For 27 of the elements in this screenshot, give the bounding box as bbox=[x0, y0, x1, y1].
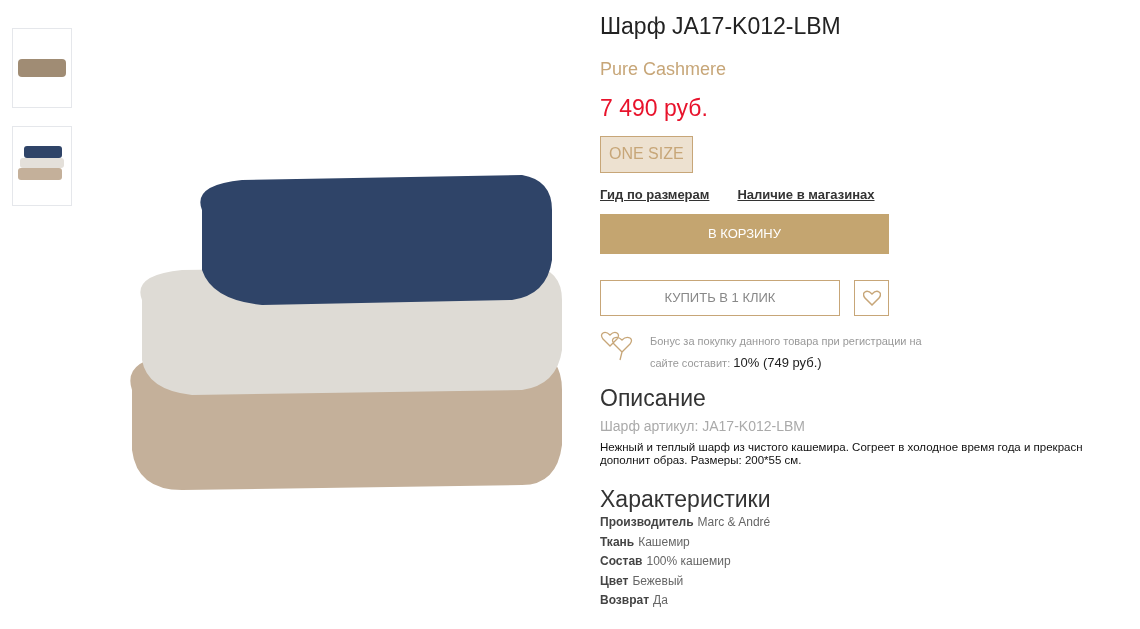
text-link[interactable]: Наличие в магазинах bbox=[737, 184, 875, 204]
product-price: 7 490 руб. bbox=[600, 94, 709, 123]
spec-value: 100% кашемир bbox=[646, 553, 731, 570]
spec-label: Возврат bbox=[600, 592, 650, 609]
bonus-text: Бонус за покупку данного товара при регистрации на сайте составит: 10% (749 руб.) bbox=[650, 334, 923, 372]
favorite-button[interactable] bbox=[854, 280, 889, 316]
section-heading: Описание bbox=[600, 384, 707, 412]
spec-label: Производитель bbox=[600, 514, 694, 531]
spec-value: Кашемир bbox=[638, 533, 690, 551]
text-link[interactable]: Гид по размерам bbox=[600, 184, 710, 204]
add-to-cart-button[interactable]: В КОРЗИНУ bbox=[600, 214, 889, 254]
spec-value: Да bbox=[653, 592, 668, 609]
spec-value: Marc & André bbox=[697, 514, 771, 531]
bonus-amount: 10% (749 руб.) bbox=[733, 355, 822, 370]
thumbnail[interactable] bbox=[12, 28, 72, 108]
buy-one-click-button[interactable]: КУПИТЬ В 1 КЛИК bbox=[600, 280, 840, 316]
spec-label: Состав bbox=[600, 553, 643, 570]
section-heading: Характеристики bbox=[600, 485, 772, 513]
heart-icon bbox=[862, 290, 881, 306]
spec-label: Цвет bbox=[600, 572, 629, 590]
thumbnail[interactable] bbox=[12, 126, 72, 206]
brand-name: Pure Cashmere bbox=[600, 58, 728, 81]
spec-value: Бежевый bbox=[632, 572, 684, 590]
article-number: Шарф артикул: JA17-K012-LBM bbox=[600, 417, 806, 436]
product-title: Шарф JA17-K012-LBM bbox=[600, 12, 842, 40]
spec-label: Ткань bbox=[600, 533, 635, 551]
description-text: Нежный и теплый шарф из чистого кашемира. Согреет в холодное время года и прекрасн дополнит образ. Размеры: 200*55 см. bbox=[600, 441, 1084, 467]
